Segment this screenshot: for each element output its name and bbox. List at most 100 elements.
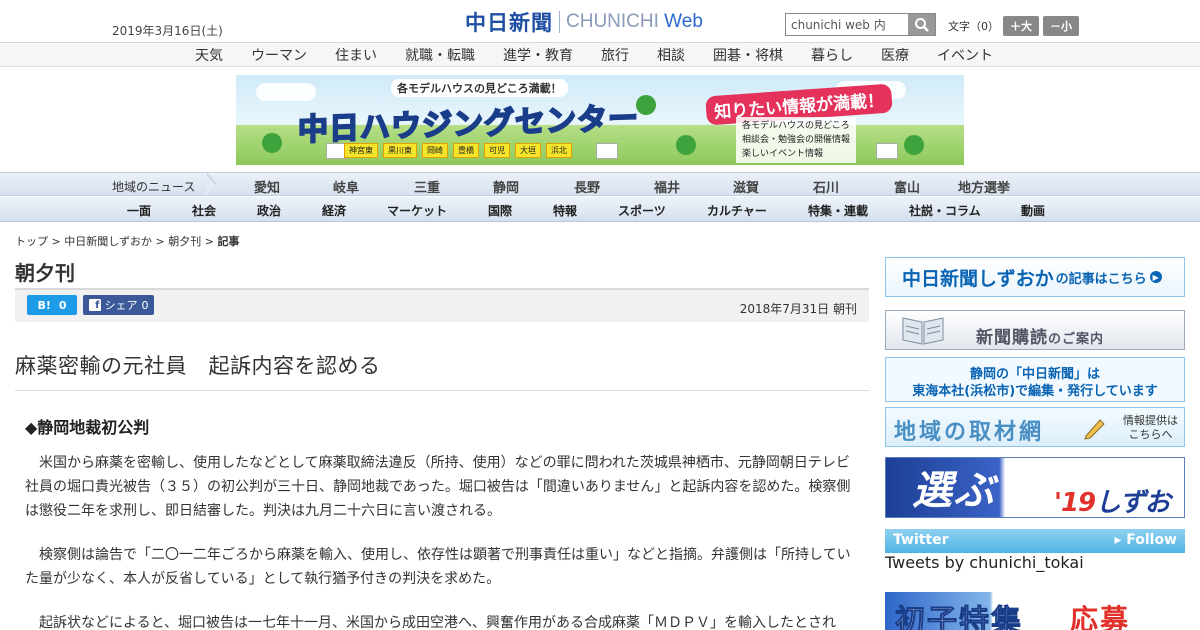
banner-city: 浜北 [546, 143, 572, 158]
category-nav: 天気 ウーマン 住まい 就職・転職 進学・教育 旅行 相談 囲碁・将棋 暮らし … [0, 43, 1200, 67]
region-nav-item[interactable]: 長野 [574, 177, 600, 196]
category-nav-item[interactable]: 就職・転職 [391, 43, 489, 66]
section-nav-item[interactable]: 動画 [1021, 202, 1045, 219]
shizuoka-articles-link[interactable]: 中日新聞しずおか の記事はこちら ▶ [885, 257, 1185, 297]
section-nav-item[interactable]: 社会 [192, 202, 216, 219]
facebook-share-button[interactable]: f シェア 0 [83, 295, 154, 315]
newspaper-icon [902, 317, 944, 345]
banner-feature: 相談会・勉強会の開催情報 [742, 135, 851, 145]
subscription-title: 新聞購読のご案内 [976, 328, 1105, 348]
hatena-count: 0 [58, 298, 67, 312]
banner-city: 豊橋 [453, 143, 479, 158]
breadcrumb-link[interactable]: 朝夕刊 [168, 235, 201, 248]
election-banner[interactable]: 選ぶ '19しずおか [885, 457, 1185, 518]
banner-title: 中日ハウジングセンター [297, 100, 640, 149]
election-subtitle: '19しずおか [1054, 488, 1171, 518]
facebook-icon: f [88, 299, 101, 311]
region-nav-label: 地域のニュース [112, 180, 196, 194]
category-nav-item[interactable]: イベント [923, 43, 1007, 66]
bottom-ad-red: 応募 [1070, 603, 1131, 630]
region-nav-item[interactable]: 岐阜 [333, 177, 359, 196]
region-nav-item[interactable]: 石川 [813, 177, 839, 196]
article-paragraph: 検察側は論告で「二〇一二年ごろから麻薬を輸入、使用し、依存性は顕著で刑事責任は重… [25, 547, 851, 587]
banner-city-list: 神宮東 黒川東 岡崎 豊橋 可児 大垣 浜北 [344, 143, 572, 158]
publish-date: 2018年7月31日 朝刊 [739, 302, 857, 316]
region-nav-item[interactable]: 滋賀 [733, 177, 759, 196]
breadcrumb-link[interactable]: 中日新聞しずおか [64, 235, 152, 248]
article-headline: 麻薬密輸の元社員 起訴内容を認める [15, 354, 381, 378]
article-body: 米国から麻薬を密輸し、使用したなどとして麻薬取締法違反（所持、使用）などの罪に問… [25, 451, 859, 630]
breadcrumb-current: 記事 [217, 235, 240, 248]
font-size-label: 文字（0） [948, 20, 999, 33]
banner-house [876, 143, 898, 159]
breadcrumb-separator: > [201, 235, 218, 248]
banner-tree [636, 95, 656, 115]
font-size-control: 文字（0） ＋大 －小 [948, 16, 1079, 36]
section-nav-item[interactable]: カルチャー [707, 202, 767, 219]
category-nav-item[interactable]: 相談 [643, 43, 699, 66]
search-button[interactable] [908, 14, 935, 35]
font-smaller-button[interactable]: －小 [1043, 16, 1079, 36]
category-nav-item[interactable]: 住まい [321, 43, 391, 66]
section-nav-item[interactable]: スポーツ [618, 202, 666, 219]
hatena-icon: B! [37, 298, 51, 312]
news-network-sub: 情報提供は こちらへ [1123, 414, 1178, 441]
category-nav-item[interactable]: ウーマン [237, 43, 321, 66]
category-nav-item[interactable]: 暮らし [797, 43, 867, 66]
region-nav-item[interactable]: 三重 [414, 177, 440, 196]
breadcrumb: トップ > 中日新聞しずおか > 朝夕刊 > 記事 [15, 233, 239, 249]
breadcrumb-link[interactable]: トップ [15, 235, 48, 248]
section-nav-item[interactable]: マーケット [387, 202, 447, 219]
category-nav-item[interactable]: 医療 [867, 43, 923, 66]
site-header: 2019年3月16日(土) 中日新聞 CHUNICHI Web 文字（0） ＋大… [0, 0, 1200, 43]
section-nav-item[interactable]: 社説・コラム [909, 202, 981, 219]
section-title: 朝夕刊 [15, 261, 75, 285]
breadcrumb-separator: > [48, 235, 65, 248]
section-nav-item[interactable]: 特報 [553, 202, 577, 219]
section-nav-item[interactable]: 政治 [257, 202, 281, 219]
shizuoka-link-main: 中日新聞しずおか [902, 267, 1054, 290]
category-nav-item[interactable]: 旅行 [587, 43, 643, 66]
region-nav: 地域のニュース 愛知 岐阜 三重 静岡 長野 福井 滋賀 石川 富山 地方選挙 [0, 172, 1200, 196]
arrow-circle-icon: ▶ [1149, 271, 1162, 283]
region-nav-item[interactable]: 福井 [654, 177, 680, 196]
banner-cloud [256, 83, 316, 101]
category-nav-item[interactable]: 囲碁・将棋 [699, 43, 797, 66]
section-nav-item[interactable]: 特集・連載 [808, 202, 868, 219]
banner-city: 神宮東 [344, 143, 378, 158]
tokai-office-link[interactable]: 静岡の「中日新聞」は 東海本社(浜松市)で編集・発行しています [885, 357, 1185, 402]
banner-city: 可児 [484, 143, 510, 158]
category-nav-item[interactable]: 進学・教育 [489, 43, 587, 66]
region-nav-item[interactable]: 愛知 [254, 177, 280, 196]
banner-feature: 楽しいイベント情報 [742, 149, 824, 159]
banner-feature: 各モデルハウスの見どころ [742, 121, 850, 131]
facebook-share-label: シェア [104, 299, 138, 312]
category-nav-item[interactable]: 天気 [181, 43, 237, 66]
housing-center-banner[interactable]: 各モデルハウスの見どころ満載！ 中日ハウジングセンター 知りたい情報が満載！ 各… [236, 75, 964, 165]
region-nav-item[interactable]: 地方選挙 [958, 177, 1010, 196]
section-nav-item[interactable]: 一面 [127, 202, 151, 219]
banner-tree [904, 135, 924, 155]
search-input[interactable] [786, 14, 908, 35]
region-nav-item[interactable]: 静岡 [493, 177, 519, 196]
bottom-ad-banner[interactable]: 初子特集 応募 [885, 592, 1185, 630]
region-nav-item[interactable]: 富山 [894, 177, 920, 196]
section-nav-item[interactable]: 国際 [488, 202, 512, 219]
section-nav-item[interactable]: 経済 [322, 202, 346, 219]
news-network-link[interactable]: 地域の取材網 情報提供は こちらへ [885, 407, 1185, 447]
banner-city: 黒川東 [383, 143, 417, 158]
twitter-follow-button[interactable]: ▸ Follow [1114, 532, 1177, 550]
logo-japanese: 中日新聞 [465, 10, 553, 35]
tokai-line-1: 静岡の「中日新聞」は [969, 367, 1100, 382]
font-larger-button[interactable]: ＋大 [1003, 16, 1039, 36]
current-date: 2019年3月16日(土) [112, 24, 223, 38]
article-subhead: ◆静岡地裁初公判 [25, 418, 150, 437]
banner-tagline: 各モデルハウスの見どころ満載！ [391, 79, 568, 97]
shizuoka-link-tail: の記事はこちら [1055, 271, 1147, 287]
banner-house [596, 143, 618, 159]
hatena-bookmark-button[interactable]: B! 0 [27, 295, 77, 315]
subscription-link[interactable]: 新聞購読のご案内 [885, 310, 1185, 350]
site-logo[interactable]: 中日新聞 CHUNICHI Web [465, 8, 703, 36]
twitter-timeline-link[interactable]: Tweets by chunichi_tokai [885, 553, 1185, 572]
headline-divider [15, 390, 869, 391]
